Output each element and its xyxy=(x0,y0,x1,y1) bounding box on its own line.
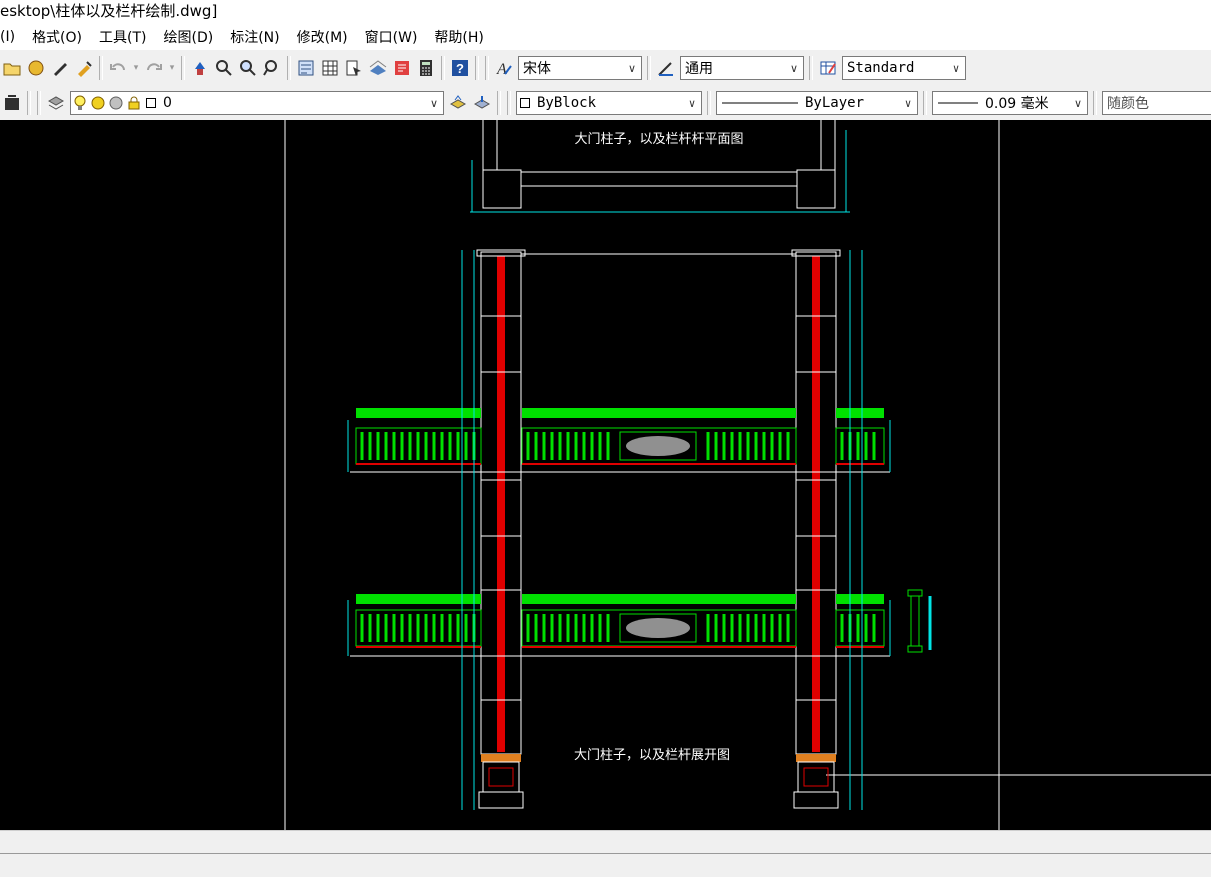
plot-style-select[interactable]: 随颜色 xyxy=(1102,91,1211,115)
make-current-layer-icon[interactable] xyxy=(448,93,468,113)
separator xyxy=(27,91,31,115)
railing-lower xyxy=(350,594,890,657)
status-bar xyxy=(0,830,1211,877)
lock-icon xyxy=(109,93,123,113)
plan-title: 大门柱子，以及栏杆杆平面图 xyxy=(574,132,743,147)
match-properties-icon[interactable] xyxy=(74,58,94,78)
svg-text:A: A xyxy=(496,61,507,77)
separator xyxy=(507,91,511,115)
zoom-previous-icon[interactable] xyxy=(262,58,282,78)
chevron-down-icon: ∨ xyxy=(688,96,696,110)
menu-format[interactable]: 格式(O) xyxy=(32,27,82,47)
standard-toolbar: ▾ ▾ ? A 宋体 ∨ 通用 ∨ Standard ∨ xyxy=(0,50,1211,87)
window-title: esktop\柱体以及栏杆绘制.dwg] xyxy=(0,0,1211,24)
line-sample-icon xyxy=(935,93,979,113)
chevron-down-icon: ∨ xyxy=(952,61,960,75)
separator xyxy=(923,91,927,115)
calculator-icon[interactable] xyxy=(416,58,436,78)
svg-text:?: ? xyxy=(456,61,464,76)
left-pillar xyxy=(476,249,526,809)
railing-upper xyxy=(350,408,890,473)
separator xyxy=(37,91,41,115)
separator xyxy=(809,56,813,80)
status-divider xyxy=(0,853,1211,854)
sheet-set-icon[interactable] xyxy=(368,58,388,78)
sun-icon xyxy=(91,93,105,113)
dimension-lines xyxy=(347,250,891,810)
menu-tools[interactable]: 工具(T) xyxy=(99,27,146,47)
menu-help[interactable]: 帮助(H) xyxy=(434,27,483,47)
dimension-style-icon[interactable] xyxy=(656,58,676,78)
separator xyxy=(485,56,489,80)
separator xyxy=(181,56,185,80)
chevron-down-icon: ∨ xyxy=(904,96,912,110)
layers-toolbar: 0 ∨ ByBlock ∨ ByLayer ∨ 0.09 毫米 ∨ 随颜色 xyxy=(0,86,1211,121)
chevron-down-icon: ∨ xyxy=(1073,96,1083,110)
chevron-down-icon: ∨ xyxy=(789,61,799,75)
color-swatch-icon xyxy=(519,93,531,113)
separator xyxy=(441,56,445,80)
separator xyxy=(707,91,711,115)
help-icon[interactable]: ? xyxy=(450,58,470,78)
properties-icon[interactable] xyxy=(296,58,316,78)
tool-palettes-icon[interactable] xyxy=(344,58,364,78)
open-icon[interactable] xyxy=(2,58,22,78)
separator xyxy=(475,56,479,80)
dimension-style-select[interactable]: 通用 ∨ xyxy=(680,56,804,80)
save-icon[interactable] xyxy=(26,58,46,78)
chevron-down-icon: ∨ xyxy=(627,61,637,75)
separator xyxy=(99,56,103,80)
table-style-select[interactable]: Standard ∨ xyxy=(842,56,966,80)
design-center-icon[interactable] xyxy=(320,58,340,78)
separator xyxy=(287,56,291,80)
layer-lock-icon xyxy=(127,93,141,113)
drawing-canvas[interactable]: 大门柱子，以及栏杆杆平面图 大门柱子，以及栏杆展开图 xyxy=(0,120,1211,830)
layer-stack-icon[interactable] xyxy=(46,93,66,113)
color-select[interactable]: ByBlock ∨ xyxy=(516,91,702,115)
layer-select[interactable]: 0 ∨ xyxy=(70,91,444,115)
markup-icon[interactable] xyxy=(392,58,412,78)
zoom-realtime-icon[interactable] xyxy=(214,58,234,78)
separator xyxy=(1093,91,1097,115)
menu-window[interactable]: 窗口(W) xyxy=(365,27,418,47)
menu-modify[interactable]: 修改(M) xyxy=(297,27,348,47)
lineweight-select[interactable]: 0.09 毫米 ∨ xyxy=(932,91,1088,115)
cad-drawing: 大门柱子，以及栏杆杆平面图 大门柱子，以及栏杆展开图 xyxy=(284,120,1211,830)
right-pillar xyxy=(791,249,841,809)
linetype-select[interactable]: ByLayer ∨ xyxy=(716,91,918,115)
zoom-window-icon[interactable] xyxy=(238,58,258,78)
separator xyxy=(647,56,651,80)
pen-icon[interactable] xyxy=(50,58,70,78)
chevron-down-icon: ∨ xyxy=(429,96,439,110)
chevron-down-icon[interactable]: ▾ xyxy=(168,58,176,78)
bulb-icon xyxy=(73,93,87,113)
menu-dimension[interactable]: 标注(N) xyxy=(230,27,279,47)
separator xyxy=(497,91,501,115)
layer-manager-icon[interactable] xyxy=(2,93,22,113)
menu-draw[interactable]: 绘图(D) xyxy=(164,27,214,47)
layer-color-swatch-icon xyxy=(145,93,157,113)
pan-icon[interactable] xyxy=(190,58,210,78)
line-sample-icon xyxy=(719,93,799,113)
elevation-title: 大门柱子，以及栏杆展开图 xyxy=(574,748,730,763)
layer-previous-icon[interactable] xyxy=(472,93,492,113)
menu-insert[interactable]: (I) xyxy=(0,29,15,45)
text-style-icon[interactable]: A xyxy=(494,58,514,78)
redo-icon[interactable] xyxy=(144,58,164,78)
baluster-detail xyxy=(907,589,932,653)
undo-icon[interactable] xyxy=(108,58,128,78)
menu-bar: (I) 格式(O) 工具(T) 绘图(D) 标注(N) 修改(M) 窗口(W) … xyxy=(0,24,1211,50)
text-style-select[interactable]: 宋体 ∨ xyxy=(518,56,642,80)
table-style-icon[interactable] xyxy=(818,58,838,78)
chevron-down-icon[interactable]: ▾ xyxy=(132,58,140,78)
